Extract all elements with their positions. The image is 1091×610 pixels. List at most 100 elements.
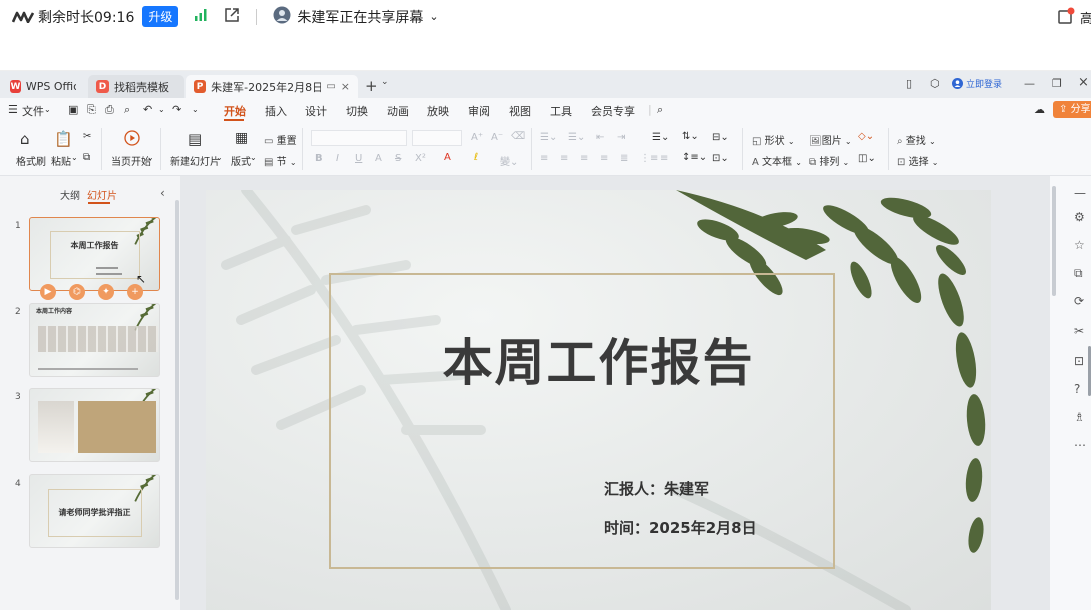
chevron-down-icon[interactable]: ⌄ [158, 105, 165, 114]
window-mode-icon[interactable]: ▯ [906, 77, 912, 90]
play-icon[interactable] [124, 130, 140, 149]
font-family-input[interactable] [311, 130, 407, 146]
decrease-indent-icon[interactable]: ⇤ [596, 132, 604, 143]
clear-format-icon[interactable]: ⌫ [511, 131, 525, 142]
tab-view[interactable]: 视图 [509, 103, 531, 119]
tab-slides[interactable]: 幻灯片 [87, 187, 117, 202]
outline-icon[interactable]: ◫⌄ [858, 153, 876, 164]
chevron-down-icon[interactable]: ⌄ [71, 153, 78, 162]
distribute-icon[interactable]: ≣ [620, 153, 628, 164]
text-shadow-icon[interactable]: A [375, 153, 382, 164]
textbox-button[interactable]: A 文本框 ⌄ [752, 153, 802, 168]
property-icon[interactable]: ⚙ [1074, 210, 1085, 224]
align-center-icon[interactable]: ≡ [560, 153, 568, 164]
external-link-icon[interactable] [224, 7, 240, 27]
copy-icon[interactable]: ⧉ [83, 152, 90, 163]
line-height-icon[interactable]: ↕≡⌄ [682, 152, 707, 163]
date-text[interactable]: 时间：2025年2月8日 [604, 517, 757, 538]
slide-thumbnail-2[interactable]: 本周工作内容 [29, 303, 160, 377]
font-size-input[interactable] [412, 130, 462, 146]
chevron-down-icon[interactable]: ⌄ [192, 105, 199, 114]
upgrade-button[interactable]: 升级 [142, 6, 179, 27]
print-preview-icon[interactable]: ⌕ [124, 103, 130, 117]
align-left-icon[interactable]: ≡ [540, 153, 548, 164]
arrange-button[interactable]: ⧉ 排列 ⌄ [809, 153, 849, 168]
layout-button[interactable]: 版式 [231, 153, 251, 168]
tab-tools[interactable]: 工具 [550, 103, 572, 119]
animation-icon[interactable]: ✦ [98, 284, 114, 300]
italic-icon[interactable]: I [336, 153, 339, 164]
chevron-down-icon[interactable]: ⌄ [381, 77, 389, 87]
cut-icon[interactable]: ✂ [83, 131, 91, 142]
login-link[interactable]: 立即登录 [952, 77, 1002, 90]
current-slide[interactable]: 本周工作报告 汇报人：朱建军 时间：2025年2月8日 [206, 190, 991, 610]
format-painter-icon[interactable]: ⌂ [20, 130, 30, 148]
play-from-current-button[interactable]: 当页开始 [111, 153, 151, 168]
columns-icon[interactable]: ⊟⌄ [712, 132, 729, 143]
help-icon[interactable]: ? [1074, 382, 1080, 396]
minimize-icon[interactable]: — [1024, 77, 1035, 90]
tab-review[interactable]: 审阅 [468, 103, 490, 119]
text-direction-icon[interactable]: ☰⌄ [652, 132, 669, 143]
reset-button[interactable]: ▭ 重置 [264, 132, 297, 147]
export-icon[interactable]: ⎘ [87, 103, 96, 117]
bold-icon[interactable]: B [315, 153, 323, 164]
char-spacing-icon[interactable]: 變⌄ [500, 153, 518, 168]
close-window-icon[interactable]: × [1078, 75, 1089, 90]
print-icon[interactable]: ⎙ [105, 103, 114, 117]
underline-icon[interactable]: U [355, 153, 362, 164]
strikethrough-icon[interactable]: S [395, 153, 401, 164]
tab-member[interactable]: 会员专享 [591, 103, 635, 119]
slide-title[interactable]: 本周工作报告 [206, 323, 991, 395]
animation-panel-icon[interactable]: ⟳ [1074, 294, 1084, 308]
numbering-icon[interactable]: ☰⌄ [568, 132, 585, 143]
decrease-font-icon[interactable]: A⁻ [491, 132, 503, 143]
share-button[interactable]: ⇪ 分享 [1053, 101, 1091, 118]
more-icon[interactable]: ⋯ [1074, 438, 1086, 452]
notification-icon[interactable] [1057, 7, 1075, 29]
screen-share-indicator[interactable]: 朱建军正在共享屏幕 ⌄ [273, 6, 439, 28]
copy-pages-icon[interactable]: ⧉ [1074, 266, 1083, 281]
star-icon[interactable]: ☆ [1074, 238, 1085, 252]
close-icon[interactable]: × [341, 80, 350, 93]
tab-preview-icon[interactable]: ▭ [326, 81, 335, 92]
select-button[interactable]: ⊡ 选择 ⌄ [897, 153, 938, 168]
skin-icon[interactable]: ♗ [1074, 410, 1085, 424]
chevron-down-icon[interactable]: ⌄ [147, 153, 154, 162]
redo-icon[interactable]: ↷ [172, 103, 181, 116]
slide-thumbnail-3[interactable] [29, 388, 160, 462]
slide-thumbnail-4[interactable]: 请老师同学批评指正 [29, 474, 160, 548]
backup-icon[interactable]: ⊡ [1074, 354, 1084, 368]
paste-icon[interactable]: 📋 [54, 130, 73, 148]
tab-template[interactable]: D 找稻壳模板 [88, 75, 184, 98]
new-slide-button[interactable]: 新建幻灯片 [170, 153, 220, 168]
font-color-icon[interactable]: A [444, 152, 451, 163]
cube-icon[interactable]: ⬡ [930, 77, 940, 90]
shape-button[interactable]: ◱ 形状 ⌄ [752, 132, 795, 147]
add-slide-icon[interactable]: + [127, 284, 143, 300]
restore-icon[interactable]: ❐ [1052, 77, 1062, 90]
layout-icon[interactable]: ▦ [235, 130, 248, 146]
chevron-down-icon[interactable]: ⌄ [216, 153, 223, 162]
tab-design[interactable]: 设计 [305, 103, 327, 119]
tab-insert[interactable]: 插入 [265, 103, 287, 119]
panel-scrollbar[interactable] [175, 200, 179, 600]
align-right-icon[interactable]: ≡ [580, 153, 588, 164]
reporter-text[interactable]: 汇报人：朱建军 [604, 478, 709, 499]
para-spacing-icon[interactable]: ≡ [660, 153, 668, 164]
tab-slideshow[interactable]: 放映 [427, 103, 449, 119]
collapse-panel-icon[interactable]: ‹ [160, 186, 165, 200]
tab-animation[interactable]: 动画 [387, 103, 409, 119]
new-tab-icon[interactable]: + [365, 77, 378, 95]
cloud-icon[interactable]: ☁ [1034, 103, 1045, 116]
find-button[interactable]: ⌕ 查找 ⌄ [897, 132, 936, 147]
save-icon[interactable]: ▣ [68, 103, 78, 116]
undo-icon[interactable]: ↶ [143, 103, 152, 116]
tab-transitions[interactable]: 切换 [346, 103, 368, 119]
menu-file[interactable]: 文件 [22, 103, 44, 119]
bullets-icon[interactable]: ☰⌄ [540, 132, 557, 143]
paste-button[interactable]: 粘贴 [51, 153, 71, 168]
chevron-down-icon[interactable]: ⌄ [250, 153, 257, 162]
fill-icon[interactable]: ◇⌄ [858, 131, 874, 142]
section-button[interactable]: ▤ 节 ⌄ [264, 153, 297, 168]
